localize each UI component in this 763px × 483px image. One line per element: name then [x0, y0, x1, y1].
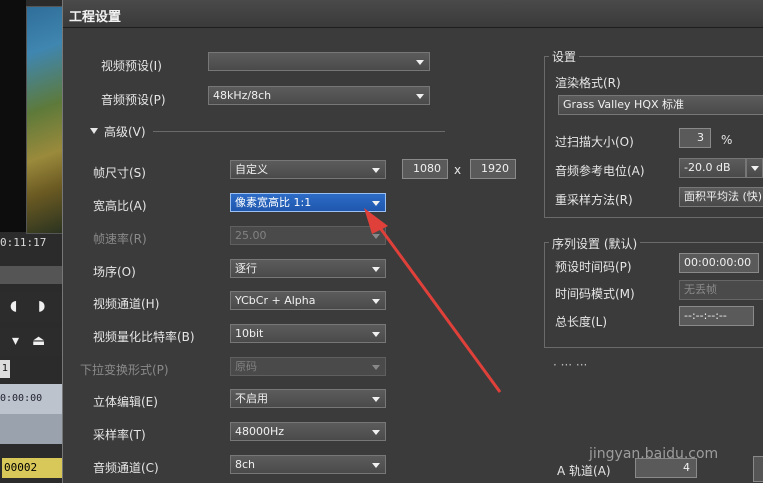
annotation-arrow	[364, 208, 502, 393]
annotation-arrow-line	[376, 224, 502, 393]
annotation-arrow-head	[364, 208, 388, 234]
